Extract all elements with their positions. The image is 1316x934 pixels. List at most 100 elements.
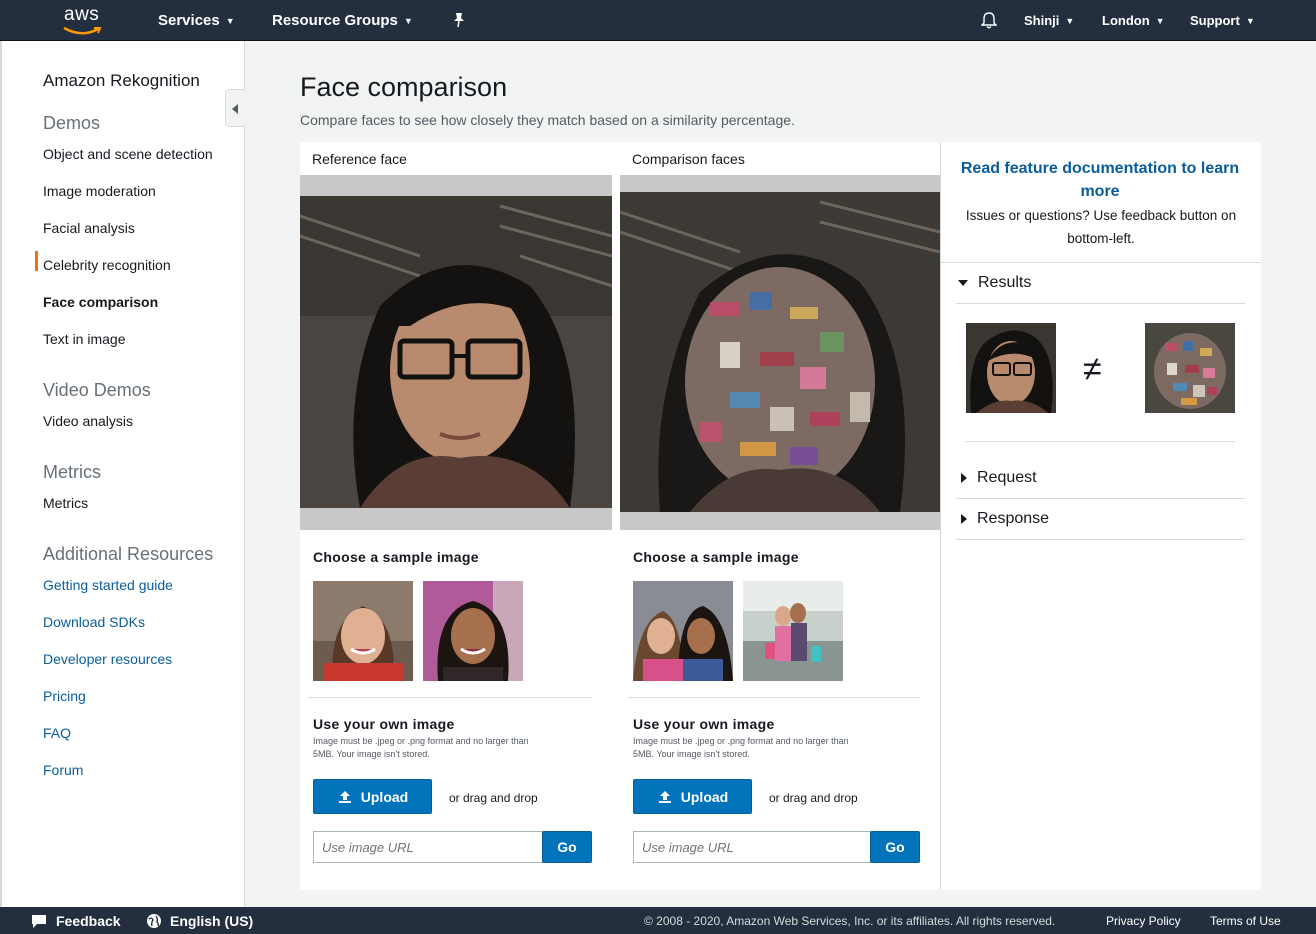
aws-logo[interactable]: aws bbox=[60, 4, 110, 36]
comparison-own-image-note: Image must be .jpeg or .png format and n… bbox=[633, 736, 849, 759]
resource-groups-label: Resource Groups bbox=[272, 12, 398, 29]
nav-object-scene-detection[interactable]: Object and scene detection bbox=[43, 146, 213, 162]
reference-own-image-title: Use your own image bbox=[313, 716, 455, 732]
comparison-choose-sample-title: Choose a sample image bbox=[633, 549, 799, 565]
reference-sample-thumb-2[interactable] bbox=[423, 581, 523, 681]
request-label: Request bbox=[977, 469, 1037, 486]
terms-of-use-link[interactable]: Terms of Use bbox=[1210, 914, 1281, 928]
results-expander[interactable]: Results bbox=[958, 274, 1031, 292]
collapse-sidebar-button[interactable] bbox=[225, 89, 245, 127]
side-navigation: Amazon Rekognition Demos Object and scen… bbox=[0, 41, 245, 907]
reference-upload-button[interactable]: Upload bbox=[313, 779, 432, 814]
results-top-divider bbox=[941, 262, 1261, 263]
page-subtitle: Compare faces to see how closely they ma… bbox=[300, 112, 795, 128]
pin-icon[interactable] bbox=[452, 12, 466, 28]
nav-metrics[interactable]: Metrics bbox=[43, 495, 88, 511]
comparison-divider bbox=[628, 697, 920, 698]
link-faq[interactable]: FAQ bbox=[43, 725, 71, 741]
reference-image-frame[interactable] bbox=[300, 175, 612, 530]
reference-upload-label: Upload bbox=[360, 788, 409, 805]
not-equal-icon: ≠ bbox=[1083, 350, 1102, 388]
footer: Feedback English (US) © 2008 - 2020, Ama… bbox=[0, 907, 1316, 934]
comparison-own-image-title: Use your own image bbox=[633, 716, 775, 732]
bell-icon[interactable] bbox=[981, 11, 997, 29]
additional-resources-header: Additional Resources bbox=[43, 544, 214, 564]
link-download-sdks[interactable]: Download SDKs bbox=[43, 614, 145, 630]
language-label: English (US) bbox=[170, 913, 254, 929]
results-divider bbox=[956, 303, 1245, 304]
results-label: Results bbox=[978, 274, 1032, 291]
aws-logo-text: aws bbox=[64, 4, 100, 25]
link-developer-resources[interactable]: Developer resources bbox=[43, 651, 172, 667]
caret-right-icon bbox=[961, 514, 967, 524]
copyright-text: © 2008 - 2020, Amazon Web Services, Inc.… bbox=[644, 914, 1056, 928]
language-selector[interactable]: English (US) bbox=[146, 913, 253, 929]
result-reference-face-thumb bbox=[966, 323, 1056, 413]
response-expander[interactable]: Response bbox=[958, 510, 1049, 528]
video-demos-header: Video Demos bbox=[43, 380, 151, 400]
chevron-down-icon: ▼ bbox=[1155, 15, 1165, 26]
comparison-face-image bbox=[620, 192, 940, 512]
comparison-upload-label: Upload bbox=[680, 788, 729, 805]
speech-bubble-icon bbox=[32, 915, 46, 928]
reference-divider bbox=[308, 697, 592, 698]
chevron-down-icon: ▼ bbox=[225, 15, 235, 26]
reference-face-heading: Reference face bbox=[312, 151, 407, 167]
feature-documentation-link[interactable]: Read feature documentation to learn more bbox=[946, 157, 1254, 203]
nav-text-in-image[interactable]: Text in image bbox=[43, 331, 125, 347]
nav-facial-analysis[interactable]: Facial analysis bbox=[43, 220, 135, 236]
reference-face-image bbox=[300, 196, 612, 508]
chevron-down-icon: ▼ bbox=[1245, 15, 1255, 26]
demos-header: Demos bbox=[43, 113, 101, 133]
support-menu[interactable]: Support ▼ bbox=[1190, 13, 1255, 28]
privacy-policy-link[interactable]: Privacy Policy bbox=[1106, 914, 1181, 928]
chevron-down-icon: ▼ bbox=[1065, 15, 1075, 26]
window-edge bbox=[0, 41, 2, 907]
nav-image-moderation[interactable]: Image moderation bbox=[43, 183, 156, 199]
comparison-sample-thumb-2[interactable] bbox=[743, 581, 843, 681]
reference-sample-thumb-1[interactable] bbox=[313, 581, 413, 681]
page-title: Face comparison bbox=[300, 72, 508, 102]
reference-go-button[interactable]: Go bbox=[542, 831, 592, 863]
active-indicator bbox=[35, 251, 38, 271]
result-comparison-face-thumb bbox=[1145, 323, 1235, 413]
region-menu[interactable]: London ▼ bbox=[1102, 13, 1165, 28]
user-menu[interactable]: Shinji ▼ bbox=[1024, 13, 1074, 28]
metrics-header: Metrics bbox=[43, 462, 101, 482]
comparison-upload-button[interactable]: Upload bbox=[633, 779, 752, 814]
top-nav: aws Services ▼ Resource Groups ▼ Shinji … bbox=[0, 0, 1316, 41]
user-label: Shinji bbox=[1024, 13, 1060, 28]
comparison-sample-thumb-1[interactable] bbox=[633, 581, 733, 681]
nav-face-comparison[interactable]: Face comparison bbox=[43, 294, 158, 310]
support-label: Support bbox=[1190, 13, 1240, 28]
caret-down-icon bbox=[958, 280, 968, 286]
services-label: Services bbox=[158, 12, 220, 29]
comparison-drag-drop-text: or drag and drop bbox=[769, 791, 858, 805]
aws-smile-icon bbox=[63, 26, 102, 35]
app-title: Amazon Rekognition bbox=[43, 71, 200, 90]
reference-own-image-note: Image must be .jpeg or .png format and n… bbox=[313, 736, 529, 759]
services-menu[interactable]: Services ▼ bbox=[158, 12, 235, 29]
upload-icon bbox=[658, 790, 671, 803]
reference-choose-sample-title: Choose a sample image bbox=[313, 549, 479, 565]
feedback-button[interactable]: Feedback bbox=[30, 913, 121, 929]
comparison-image-url-input[interactable] bbox=[633, 831, 871, 863]
link-getting-started[interactable]: Getting started guide bbox=[43, 577, 173, 593]
response-label: Response bbox=[977, 510, 1050, 527]
reference-drag-drop-text: or drag and drop bbox=[449, 791, 538, 805]
results-bottom-divider bbox=[966, 441, 1235, 442]
link-pricing[interactable]: Pricing bbox=[43, 688, 86, 704]
upload-icon bbox=[338, 790, 351, 803]
feedback-label: Feedback bbox=[56, 913, 121, 929]
link-forum[interactable]: Forum bbox=[43, 762, 83, 778]
comparison-image-frame[interactable] bbox=[620, 175, 940, 530]
nav-video-analysis[interactable]: Video analysis bbox=[43, 413, 133, 429]
comparison-go-button[interactable]: Go bbox=[870, 831, 920, 863]
nav-celebrity-recognition[interactable]: Celebrity recognition bbox=[43, 257, 171, 273]
globe-icon bbox=[147, 914, 161, 928]
reference-image-url-input[interactable] bbox=[313, 831, 543, 863]
request-expander[interactable]: Request bbox=[958, 469, 1037, 487]
response-divider bbox=[956, 539, 1245, 540]
resource-groups-menu[interactable]: Resource Groups ▼ bbox=[272, 12, 413, 29]
region-label: London bbox=[1102, 13, 1150, 28]
